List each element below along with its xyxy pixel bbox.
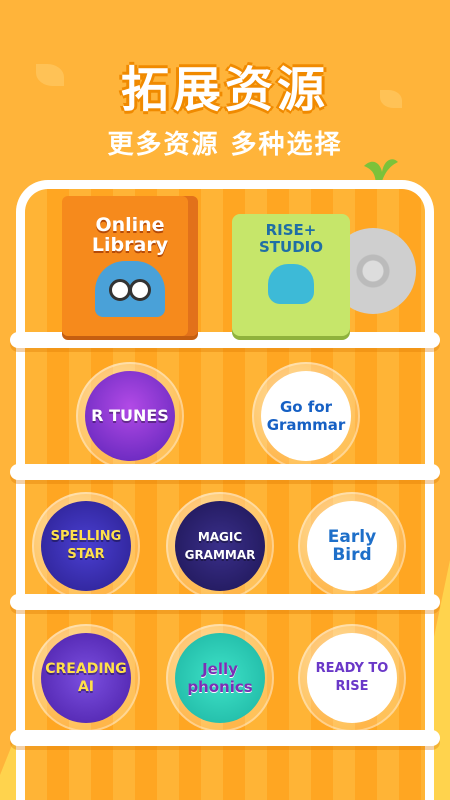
- robot-mascot-icon: [268, 264, 314, 304]
- r-tunes-logo: R TUNES: [85, 371, 175, 461]
- go-for-grammar-logo: Go for Grammar: [261, 371, 351, 461]
- shelf-plank: [10, 730, 440, 746]
- cat-mascot-icon: [95, 261, 165, 317]
- rise-studio-label: RISE+ STUDIO: [259, 221, 323, 256]
- ready-to-rise-logo: READY TO RISE: [307, 633, 397, 723]
- magic-grammar-app[interactable]: MAGIC GRAMMAR: [166, 492, 274, 600]
- creading-ai-app[interactable]: CREADING AI: [32, 624, 140, 732]
- spelling-star-app[interactable]: SPELLING STAR: [32, 492, 140, 600]
- magic-grammar-logo: MAGIC GRAMMAR: [175, 501, 265, 591]
- early-bird-app[interactable]: Early Bird: [298, 492, 406, 600]
- spelling-star-logo: SPELLING STAR: [41, 501, 131, 591]
- go-for-grammar-app[interactable]: Go for Grammar: [252, 362, 360, 470]
- page-title: 拓展资源: [120, 62, 329, 118]
- jelly-phonics-app[interactable]: Jelly phonics: [166, 624, 274, 732]
- shelf-plank: [10, 464, 440, 480]
- r-tunes-app[interactable]: R TUNES: [76, 362, 184, 470]
- online-library-label: Online Library: [91, 214, 169, 256]
- early-bird-logo: Early Bird: [307, 501, 397, 591]
- rise-studio-card[interactable]: RISE+ STUDIO: [232, 214, 350, 336]
- jelly-phonics-logo: Jelly phonics: [175, 633, 265, 723]
- online-library-book[interactable]: Online Library: [62, 196, 198, 336]
- creading-ai-logo: CREADING AI: [41, 633, 131, 723]
- ready-to-rise-app[interactable]: READY TO RISE: [298, 624, 406, 732]
